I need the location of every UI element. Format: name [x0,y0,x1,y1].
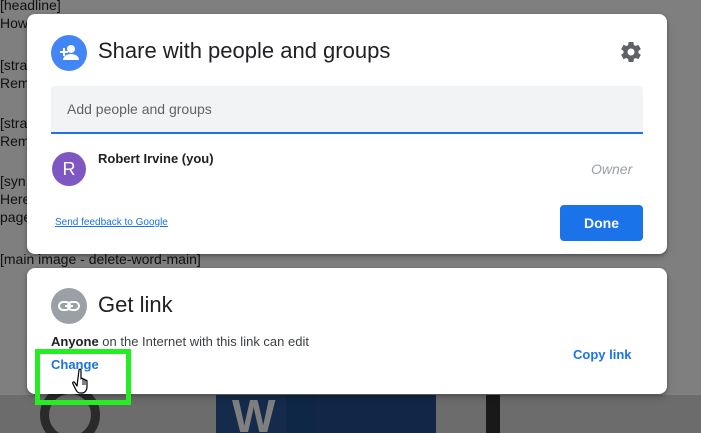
hand-cursor-glyph [72,368,88,394]
gear-icon-glyph [621,42,641,63]
get-link-title: Get link [98,292,173,317]
send-feedback-link[interactable]: Send feedback to Google [55,217,168,228]
link-access-detail: on the Internet with this link can edit [98,334,309,349]
person-add-icon [51,35,87,71]
gear-icon[interactable] [619,40,643,64]
share-dialog: Share with people and groups R Robert Ir… [27,14,667,254]
link-access-description: Anyone on the Internet with this link ca… [51,334,309,349]
link-access-scope: Anyone [51,334,99,349]
add-people-input[interactable] [51,86,643,134]
link-icon [51,288,87,324]
link-icon-glyph [58,301,80,311]
person-add-icon-glyph [60,45,79,60]
person-role: Owner [591,161,633,177]
copy-link-button[interactable]: Copy link [573,347,632,362]
screen: [headline] How [stra Rem [stra Rem [syn … [0,0,701,433]
done-button[interactable]: Done [560,205,643,241]
share-dialog-title: Share with people and groups [98,38,391,63]
avatar: R [52,152,86,186]
hand-cursor-icon [72,368,94,394]
person-name: Robert Irvine (you) [98,151,214,166]
